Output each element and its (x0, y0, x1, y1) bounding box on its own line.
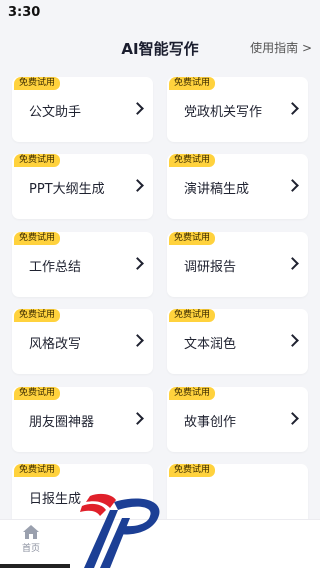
free-trial-badge: 免费试用 (14, 232, 61, 245)
chevron-right-icon (286, 179, 299, 192)
free-trial-badge: 免费试用 (14, 77, 61, 90)
home-indicator (0, 564, 70, 568)
card-label: 文本润色 (184, 337, 237, 352)
card-style-rewrite[interactable]: 免费试用 风格改写 (12, 309, 153, 374)
card-label: 工作总结 (29, 260, 82, 275)
chevron-right-icon (286, 102, 299, 115)
card-label: 风格改写 (29, 337, 82, 352)
card-label: 党政机关写作 (184, 105, 263, 120)
card-speech-draft[interactable]: 免费试用 演讲稿生成 (167, 154, 308, 219)
tab-home[interactable]: 首页 (12, 524, 50, 564)
card-ppt-outline[interactable]: 免费试用 PPT大纲生成 (12, 154, 153, 219)
card-label: 公文助手 (29, 105, 82, 120)
free-trial-badge: 免费试用 (169, 387, 216, 400)
card-label: 调研报告 (184, 260, 237, 275)
card-label: PPT大纲生成 (29, 182, 105, 197)
card-text-polish[interactable]: 免费试用 文本润色 (167, 309, 308, 374)
app-logo-icon (80, 493, 160, 568)
chevron-right-icon (286, 334, 299, 347)
card-party-government-writing[interactable]: 免费试用 党政机关写作 (167, 77, 308, 142)
chevron-right-icon (286, 257, 299, 270)
tab-home-label: 首页 (21, 544, 40, 554)
card-story-creation[interactable]: 免费试用 故事创作 (167, 387, 308, 452)
chevron-right-icon (131, 412, 144, 425)
usage-guide-link[interactable]: 使用指南 > (250, 39, 312, 56)
card-official-document[interactable]: 免费试用 公文助手 (12, 77, 153, 142)
free-trial-badge: 免费试用 (14, 154, 61, 167)
free-trial-badge: 免费试用 (14, 387, 61, 400)
free-trial-badge: 免费试用 (169, 154, 216, 167)
home-icon (23, 525, 39, 539)
chevron-right-icon (131, 102, 144, 115)
card-label: 朋友圈神器 (29, 415, 95, 430)
free-trial-badge: 免费试用 (169, 77, 216, 90)
chevron-right-icon (131, 257, 144, 270)
card-moments-helper[interactable]: 免费试用 朋友圈神器 (12, 387, 153, 452)
free-trial-badge: 免费试用 (169, 232, 216, 245)
chevron-right-icon (131, 334, 144, 347)
free-trial-badge: 免费试用 (169, 309, 216, 322)
status-time: 3:30 (8, 5, 41, 20)
card-research-report[interactable]: 免费试用 调研报告 (167, 232, 308, 297)
card-work-summary[interactable]: 免费试用 工作总结 (12, 232, 153, 297)
chevron-right-icon (131, 179, 144, 192)
free-trial-badge: 免费试用 (14, 309, 61, 322)
card-label: 故事创作 (184, 415, 237, 430)
free-trial-badge: 免费试用 (169, 464, 216, 477)
card-label: 演讲稿生成 (184, 182, 250, 197)
chevron-right-icon (286, 412, 299, 425)
free-trial-badge: 免费试用 (14, 464, 61, 477)
